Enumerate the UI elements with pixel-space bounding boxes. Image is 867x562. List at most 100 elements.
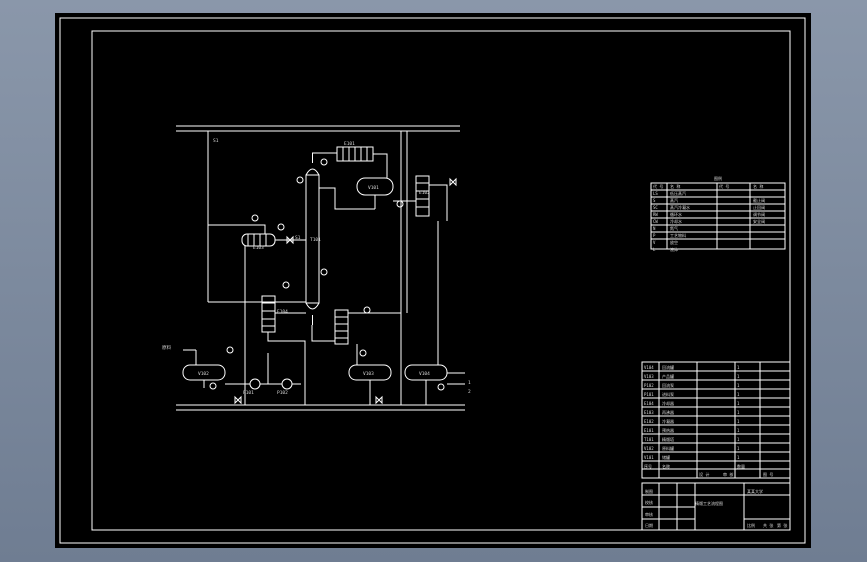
parts-list-cell: 名称: [662, 463, 670, 469]
process-flow-diagram: T101 E101 V101 E102 E103 E104 V102 V103 …: [59, 17, 806, 544]
legend-cell: 冷却水: [670, 218, 682, 224]
parts-list-cell: 序号: [644, 463, 652, 469]
legend-cell: 蒸汽: [670, 197, 678, 203]
title-cell-1: 制图: [645, 488, 653, 494]
parts-list-cell: 进料泵: [662, 391, 674, 397]
parts-list-cell: V102: [644, 446, 654, 451]
parts-list-cell: 1: [737, 374, 740, 379]
parts-list-cell: 预热器: [662, 427, 674, 433]
legend-cell: 名 称: [670, 183, 680, 189]
legend-cell: 工艺物料: [670, 232, 686, 238]
parts-list-footer-cell: 设 计: [699, 471, 709, 477]
legend-cell: 名 称: [753, 183, 763, 189]
parts-list-cell: E102: [644, 419, 654, 424]
title-cell-3: 审核: [645, 511, 653, 517]
parts-list-cell: 回流泵: [662, 382, 674, 388]
outer-frame: [59, 17, 806, 544]
parts-list-cell: E103: [644, 410, 654, 415]
legend-cell: 代 号: [719, 183, 729, 189]
parts-list-cell: V103: [644, 374, 654, 379]
parts-list-cell: 1: [737, 419, 740, 424]
inner-frame: [91, 30, 791, 531]
right-drum-tag: V104: [419, 371, 430, 377]
parts-list-cell: T101: [644, 437, 654, 442]
legend-cell: 止回阀: [753, 204, 765, 210]
left-exchanger: [207, 131, 306, 405]
parts-list-footer-cell: 审 核: [723, 471, 733, 477]
legend-cell: S: [653, 198, 656, 203]
sheet-label: 共 张: [763, 522, 773, 528]
parts-list-cell: 1: [737, 365, 740, 370]
pump-2: [268, 378, 301, 390]
title-cell-4: 日期: [645, 522, 653, 528]
middle-drum-tag: V103: [363, 371, 374, 377]
scale-label: 比例: [747, 522, 755, 528]
parts-list-cell: 1: [737, 401, 740, 406]
condenser-tag: E102: [419, 190, 430, 196]
legend-cell: 氮气: [670, 225, 678, 231]
parts-list-cell: 冷凝器: [662, 418, 674, 424]
top-heat-exchanger: [312, 146, 388, 178]
outlet-label-a: 1: [468, 380, 471, 386]
column-tag: T101: [310, 237, 321, 243]
legend-cell: SC: [653, 205, 658, 210]
parts-list-cell: V104: [644, 365, 654, 370]
parts-list-cell: E104: [644, 401, 654, 406]
outlet-label-b: 2: [468, 389, 471, 395]
parts-list-cell: 原料罐: [662, 445, 674, 451]
legend-cell: LS: [653, 191, 658, 196]
parts-list-cell: 1: [737, 446, 740, 451]
right-drum: [404, 221, 465, 405]
legend-cell: 截止阀: [753, 197, 765, 203]
legend-cell: 循环水: [670, 211, 682, 217]
legend-cell: 安全阀: [753, 218, 765, 224]
legend-cell: 低压蒸汽: [670, 190, 686, 196]
parts-list-cell: P101: [644, 392, 654, 397]
sheet-no: 第 张: [777, 522, 787, 528]
parts-list-cell: 1: [737, 455, 740, 460]
drawing-sheet: T101 E101 V101 E102 E103 E104 V102 V103 …: [55, 13, 811, 548]
legend-cell: P: [653, 233, 656, 238]
parts-list-cell: 1: [737, 437, 740, 442]
parts-list-cell: 1: [737, 383, 740, 388]
parts-list-cell: 数量: [737, 463, 745, 469]
parts-list-cell: 储罐: [662, 454, 670, 460]
parts-list-cell: 1: [737, 392, 740, 397]
pump2-tag: P102: [277, 390, 288, 396]
left-exchanger-tag: E103: [253, 245, 264, 251]
parts-list-cell: 回流罐: [662, 364, 674, 370]
parts-list-cell: 再沸器: [662, 409, 674, 415]
feed-label: 原料: [162, 344, 171, 351]
drawing-title: 精馏工艺流程图: [695, 500, 723, 506]
parts-list-footer-cell: 图 号: [763, 471, 773, 477]
parts-list-cell: 1: [737, 410, 740, 415]
parts-list-cell: P102: [644, 383, 654, 388]
legend-cell: RW: [653, 212, 658, 217]
school-name: 某某大学: [747, 488, 763, 494]
steam-label: S1: [213, 138, 219, 144]
top-drum: [319, 177, 394, 210]
legend-cell: 代 号: [653, 183, 663, 189]
top-drum-tag: V101: [368, 185, 379, 191]
pump1-tag: P101: [243, 390, 254, 396]
parts-list-cell: E101: [644, 428, 654, 433]
parts-list-cell: 1: [737, 428, 740, 433]
parts-list-cell: V101: [644, 455, 654, 460]
top-exchanger-tag: E101: [344, 141, 355, 147]
legend-cell: 蒸汽冷凝水: [670, 204, 690, 210]
legend-cell: CW: [653, 219, 658, 224]
feed-drum-tag: V102: [198, 371, 209, 377]
reboiler-left-tag: E104: [277, 309, 288, 315]
valve-label: S1: [295, 235, 301, 241]
legend-cell: 液体: [670, 246, 678, 252]
pump-1: [225, 353, 269, 390]
parts-list-cell: 冷却器: [662, 400, 674, 406]
title-cell-2: 校核: [645, 499, 653, 505]
reboiler-right: [311, 309, 401, 345]
parts-list-cell: 产品罐: [662, 373, 674, 379]
legend-cell: V: [653, 240, 656, 245]
parts-list-cell: 精馏塔: [662, 436, 674, 442]
legend-cell: N: [653, 226, 656, 231]
legend-cell: 放空: [670, 239, 678, 245]
right-condenser: [393, 131, 448, 405]
